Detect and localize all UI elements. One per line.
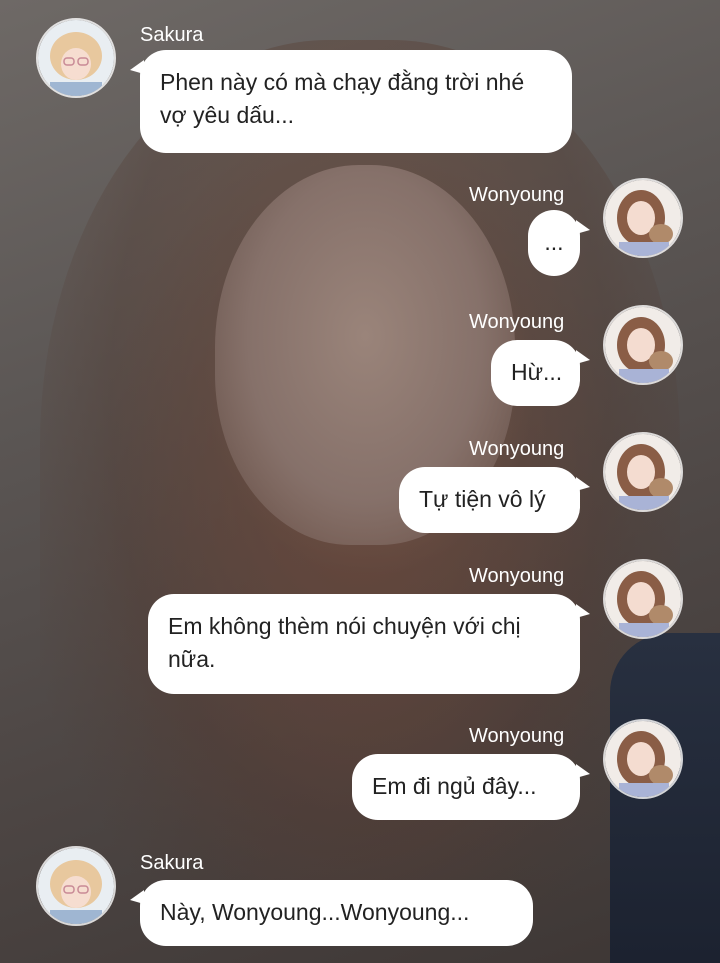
message-bubble: ... (528, 210, 590, 276)
message-bubble: Tự tiện vô lý (399, 467, 590, 533)
avatar-wonyoung-icon[interactable] (603, 305, 683, 385)
sender-name: Wonyoung (469, 311, 565, 333)
avatar-sakura-icon[interactable] (36, 18, 116, 98)
sender-name: Wonyoung (469, 438, 565, 460)
sender-name: Sakura (140, 852, 204, 874)
avatar-wonyoung-icon[interactable] (603, 432, 683, 512)
sender-name: Wonyoung (469, 565, 565, 587)
chat-thread: Sakura Phen này có mà chạy đằng trời nhé… (0, 0, 720, 963)
message-bubble: Phen này có mà chạy đằng trời nhé vợ yêu… (130, 50, 572, 153)
sender-name: Wonyoung (469, 184, 565, 206)
avatar-sakura-icon[interactable] (36, 846, 116, 926)
message-bubble: Em đi ngủ đây... (352, 754, 590, 820)
avatar-wonyoung-icon[interactable] (603, 559, 683, 639)
message-bubble: Này, Wonyoung...Wonyoung... (130, 880, 533, 946)
message-bubble: Em không thèm nói chuyện với chị nữa. (148, 594, 590, 694)
sender-name: Wonyoung (469, 725, 565, 747)
avatar-wonyoung-icon[interactable] (603, 178, 683, 258)
avatar-wonyoung-icon[interactable] (603, 719, 683, 799)
sender-name: Sakura (140, 24, 204, 46)
message-bubble: Hừ... (491, 340, 590, 406)
